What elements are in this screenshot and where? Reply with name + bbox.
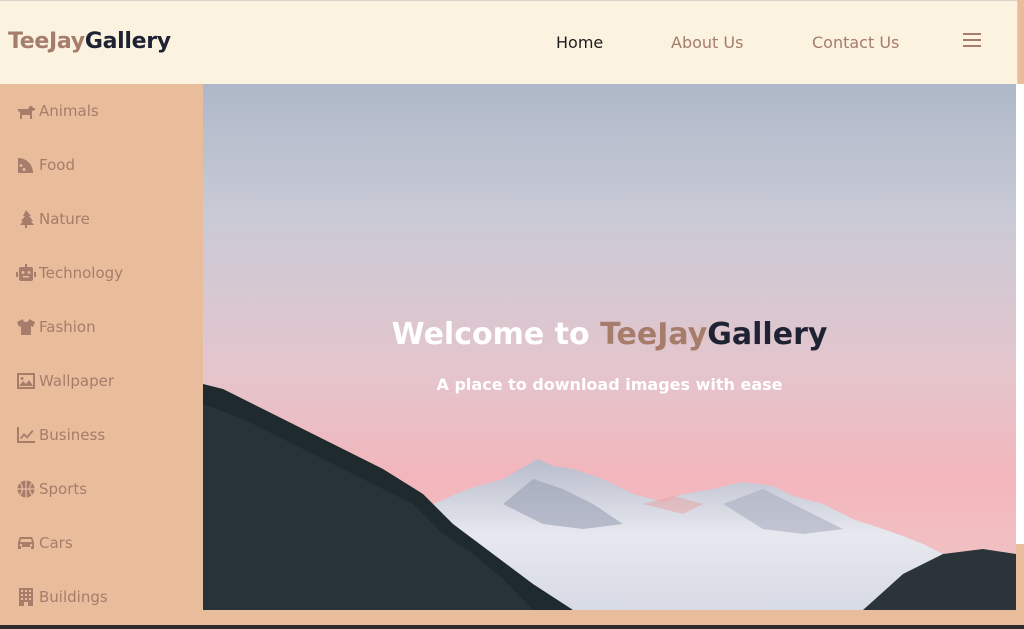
nav-contact-link[interactable]: Contact Us [812, 33, 899, 52]
sidebar-item-buildings[interactable]: Buildings [16, 585, 108, 609]
dog-icon [18, 106, 35, 119]
sidebar-item-label: Animals [39, 102, 99, 120]
sidebar-item-label: Wallpaper [39, 372, 115, 390]
robot-icon [16, 264, 36, 281]
sidebar-item-fashion[interactable]: Fashion [16, 315, 96, 339]
hero-title: Welcome to TeeJayGallery [203, 317, 1016, 352]
sidebar-item-food[interactable]: Food [16, 153, 75, 177]
sidebar-item-technology[interactable]: Technology [16, 261, 123, 285]
tree-icon [20, 210, 34, 228]
brand-part-2: Gallery [84, 29, 171, 54]
sidebar-item-label: Food [39, 156, 75, 174]
sidebar-item-label: Technology [39, 264, 124, 282]
sidebar-item-label: Fashion [39, 318, 96, 336]
sidebar-item-label: Nature [39, 210, 90, 228]
divider [1017, 0, 1018, 84]
hero-subtitle: A place to download images with ease [436, 375, 783, 394]
sidebar-item-label: Cars [39, 534, 73, 552]
hero-banner: Welcome to TeeJayGallery A place to down… [203, 84, 1016, 610]
sidebar-item-label: Sports [39, 480, 88, 498]
hero-title-brand-part-1: TeeJay [600, 317, 708, 352]
sidebar-item-animals[interactable]: Animals [16, 99, 99, 123]
pizza-icon [18, 158, 33, 173]
scrollbar[interactable] [1016, 84, 1024, 610]
building-icon [19, 588, 33, 606]
sidebar-item-label: Business [39, 426, 106, 444]
image-icon [17, 373, 35, 389]
basketball-icon [17, 480, 35, 498]
car-icon [18, 537, 34, 549]
line-chart-icon [17, 427, 35, 443]
hamburger-menu-icon[interactable] [963, 33, 981, 49]
sidebar-item-label: Buildings [39, 588, 108, 606]
scrollbar-thumb[interactable] [1016, 544, 1024, 610]
category-sidebar: Animals Food Nature Technology Fashion W… [0, 84, 203, 610]
brand-part-1: TeeJay [8, 29, 85, 54]
tshirt-icon [17, 319, 35, 335]
nav-about-link[interactable]: About Us [671, 33, 743, 52]
top-navbar: TeeJayGallery Home About Us Contact Us [0, 0, 1017, 84]
sidebar-item-sports[interactable]: Sports [16, 477, 87, 501]
nav-home-link[interactable]: Home [556, 33, 603, 52]
sidebar-item-wallpaper[interactable]: Wallpaper [16, 369, 114, 393]
sidebar-item-business[interactable]: Business [16, 423, 105, 447]
sidebar-item-cars[interactable]: Cars [16, 531, 73, 555]
hero-title-brand-part-2: Gallery [707, 317, 828, 352]
sidebar-item-nature[interactable]: Nature [16, 207, 90, 231]
hero-title-prefix: Welcome to [391, 317, 601, 352]
divider [0, 625, 1024, 629]
brand-logo[interactable]: TeeJayGallery [8, 29, 171, 54]
